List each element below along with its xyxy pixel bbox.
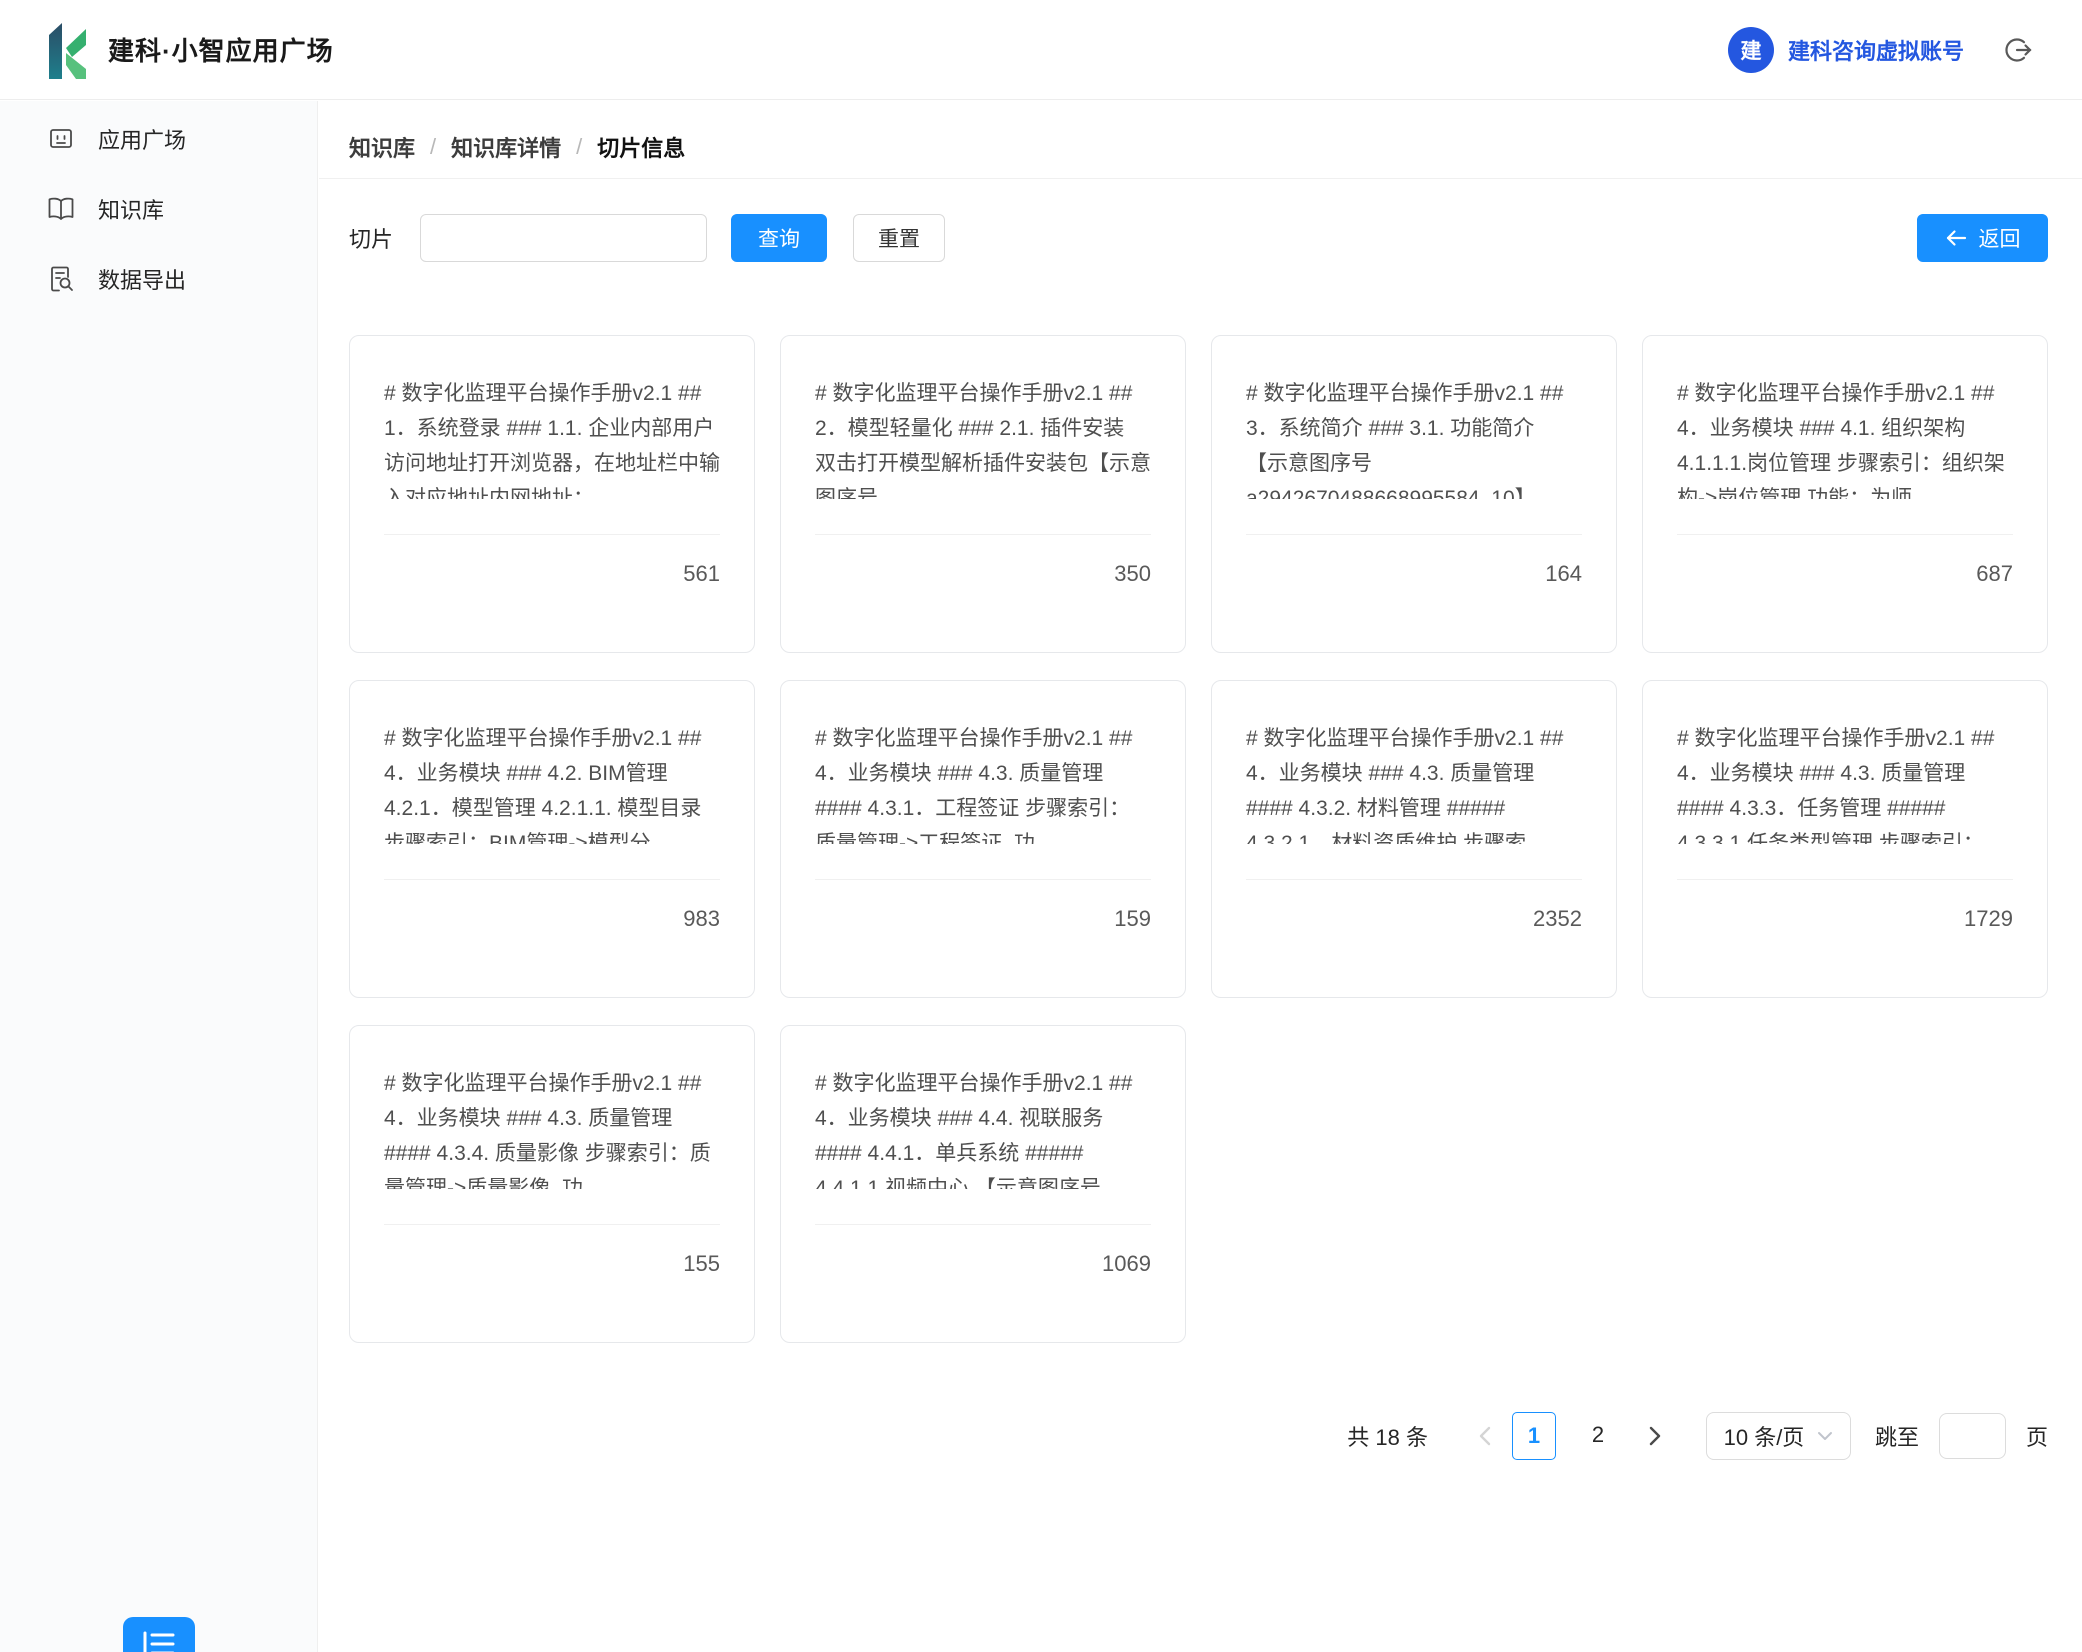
card-divider [1246, 879, 1582, 880]
slice-card: # 数字化监理平台操作手册v2.1 ## 4．业务模块 ### 4.3. 质量管… [1211, 680, 1617, 998]
sidebar-item-label: 应用广场 [98, 123, 186, 155]
slice-card-text: # 数字化监理平台操作手册v2.1 ## 4．业务模块 ### 4.3. 质量管… [1246, 721, 1582, 844]
slice-card-count: 164 [1246, 561, 1582, 587]
slice-card-count: 350 [815, 561, 1151, 587]
slice-card: # 数字化监理平台操作手册v2.1 ## 3．系统简介 ### 3.1. 功能简… [1211, 335, 1617, 653]
slice-card-text: # 数字化监理平台操作手册v2.1 ## 1．系统登录 ### 1.1. 企业内… [384, 376, 720, 499]
breadcrumb: 知识库 / 知识库详情 / 切片信息 [349, 131, 685, 163]
back-button[interactable]: 返回 [1917, 214, 2048, 262]
page-size-select[interactable]: 10 条/页 [1706, 1412, 1851, 1460]
card-divider [815, 534, 1151, 535]
pagination-prev-button[interactable] [1468, 1425, 1502, 1447]
slice-card-count: 155 [384, 1251, 720, 1277]
breadcrumb-knowledge-base[interactable]: 知识库 [349, 131, 415, 163]
pagination-total: 共 18 条 [1347, 1420, 1428, 1452]
slice-card: # 数字化监理平台操作手册v2.1 ## 4．业务模块 ### 4.2. BIM… [349, 680, 755, 998]
knowledge-base-icon [46, 194, 76, 224]
chevron-down-icon [1817, 1431, 1833, 1441]
slice-card: # 数字化监理平台操作手册v2.1 ## 4．业务模块 ### 4.3. 质量管… [780, 680, 1186, 998]
list-menu-icon [140, 1629, 178, 1652]
slice-card: # 数字化监理平台操作手册v2.1 ## 4．业务模块 ### 4.3. 质量管… [349, 1025, 755, 1343]
slice-card-text: # 数字化监理平台操作手册v2.1 ## 4．业务模块 ### 4.4. 视联服… [815, 1066, 1151, 1189]
slice-card-text: # 数字化监理平台操作手册v2.1 ## 4．业务模块 ### 4.3. 质量管… [815, 721, 1151, 844]
reset-button[interactable]: 重置 [853, 214, 945, 262]
slice-filter-label: 切片 [349, 222, 393, 254]
breadcrumb-slice-info: 切片信息 [597, 131, 685, 163]
back-button-label: 返回 [1979, 223, 2021, 253]
sidebar-collapse-button[interactable] [123, 1617, 195, 1652]
slice-card-text: # 数字化监理平台操作手册v2.1 ## 4．业务模块 ### 4.2. BIM… [384, 721, 720, 844]
account-name[interactable]: 建科咨询虚拟账号 [1788, 34, 1964, 66]
slice-search-input[interactable] [420, 214, 707, 262]
slice-card-text: # 数字化监理平台操作手册v2.1 ## 2．模型轻量化 ### 2.1. 插件… [815, 376, 1151, 499]
jump-page-input[interactable] [1939, 1413, 2006, 1459]
slice-card: # 数字化监理平台操作手册v2.1 ## 1．系统登录 ### 1.1. 企业内… [349, 335, 755, 653]
avatar: 建 [1728, 27, 1774, 73]
header-account-area: 建 建科咨询虚拟账号 [1728, 0, 2032, 100]
breadcrumb-divider [319, 178, 2082, 179]
slice-card-text: # 数字化监理平台操作手册v2.1 ## 4．业务模块 ### 4.3. 质量管… [1677, 721, 2013, 844]
slice-card-count: 687 [1677, 561, 2013, 587]
chevron-left-icon [1478, 1425, 1492, 1447]
slice-card: # 数字化监理平台操作手册v2.1 ## 4．业务模块 ### 4.3. 质量管… [1642, 680, 2048, 998]
app-header: 建科·小智应用广场 建 建科咨询虚拟账号 [0, 0, 2082, 100]
slice-card-text: # 数字化监理平台操作手册v2.1 ## 4．业务模块 ### 4.3. 质量管… [384, 1066, 720, 1189]
pagination: 共 18 条 1 2 10 条/页 跳至 页 [1347, 1412, 2048, 1460]
card-divider [384, 1224, 720, 1225]
sidebar-item-data-export[interactable]: 数据导出 [0, 244, 317, 314]
logout-icon[interactable] [2004, 36, 2032, 64]
slice-card-count: 561 [384, 561, 720, 587]
pagination-next-button[interactable] [1638, 1425, 1672, 1447]
chevron-right-icon [1648, 1425, 1662, 1447]
card-divider [384, 534, 720, 535]
filter-row: 切片 查询 重置 返回 [349, 214, 2048, 262]
card-divider [1677, 879, 2013, 880]
sidebar-item-label: 数据导出 [98, 263, 186, 295]
sidebar-item-app-plaza[interactable]: 应用广场 [0, 104, 317, 174]
card-divider [384, 879, 720, 880]
breadcrumb-separator: / [576, 134, 582, 160]
page-size-value: 10 条/页 [1724, 1420, 1805, 1452]
brand-logo-icon [46, 21, 88, 79]
slice-card-count: 159 [815, 906, 1151, 932]
pagination-page-1[interactable]: 1 [1512, 1412, 1556, 1460]
sidebar-item-knowledge-base[interactable]: 知识库 [0, 174, 317, 244]
breadcrumb-kb-detail[interactable]: 知识库详情 [451, 131, 561, 163]
card-divider [815, 1224, 1151, 1225]
app-title: 建科·小智应用广场 [108, 31, 334, 68]
slice-card-text: # 数字化监理平台操作手册v2.1 ## 4．业务模块 ### 4.1. 组织架… [1677, 376, 2013, 499]
card-divider [1677, 534, 2013, 535]
card-divider [815, 879, 1151, 880]
breadcrumb-separator: / [430, 134, 436, 160]
arrow-left-icon [1945, 229, 1967, 247]
jump-page-suffix: 页 [2026, 1420, 2048, 1452]
slice-card-count: 1729 [1677, 906, 2013, 932]
slice-card-count: 1069 [815, 1251, 1151, 1277]
slice-card-text: # 数字化监理平台操作手册v2.1 ## 3．系统简介 ### 3.1. 功能简… [1246, 376, 1582, 499]
pagination-page-2[interactable]: 2 [1576, 1412, 1620, 1460]
main-content: 知识库 / 知识库详情 / 切片信息 切片 查询 重置 返回 # 数字化监理平台… [319, 101, 2082, 1652]
slice-card-count: 983 [384, 906, 720, 932]
slice-card: # 数字化监理平台操作手册v2.1 ## 4．业务模块 ### 4.4. 视联服… [780, 1025, 1186, 1343]
sidebar: 应用广场 知识库 数据导出 [0, 101, 318, 1652]
query-button[interactable]: 查询 [731, 214, 827, 262]
slice-card: # 数字化监理平台操作手册v2.1 ## 2．模型轻量化 ### 2.1. 插件… [780, 335, 1186, 653]
brand-logo [46, 21, 88, 79]
jump-to-label: 跳至 [1875, 1420, 1919, 1452]
slice-card-grid: # 数字化监理平台操作手册v2.1 ## 1．系统登录 ### 1.1. 企业内… [349, 335, 2048, 1343]
card-divider [1246, 534, 1582, 535]
app-plaza-icon [46, 124, 76, 154]
slice-card-count: 2352 [1246, 906, 1582, 932]
sidebar-item-label: 知识库 [98, 193, 164, 225]
slice-card: # 数字化监理平台操作手册v2.1 ## 4．业务模块 ### 4.1. 组织架… [1642, 335, 2048, 653]
data-export-icon [46, 264, 76, 294]
